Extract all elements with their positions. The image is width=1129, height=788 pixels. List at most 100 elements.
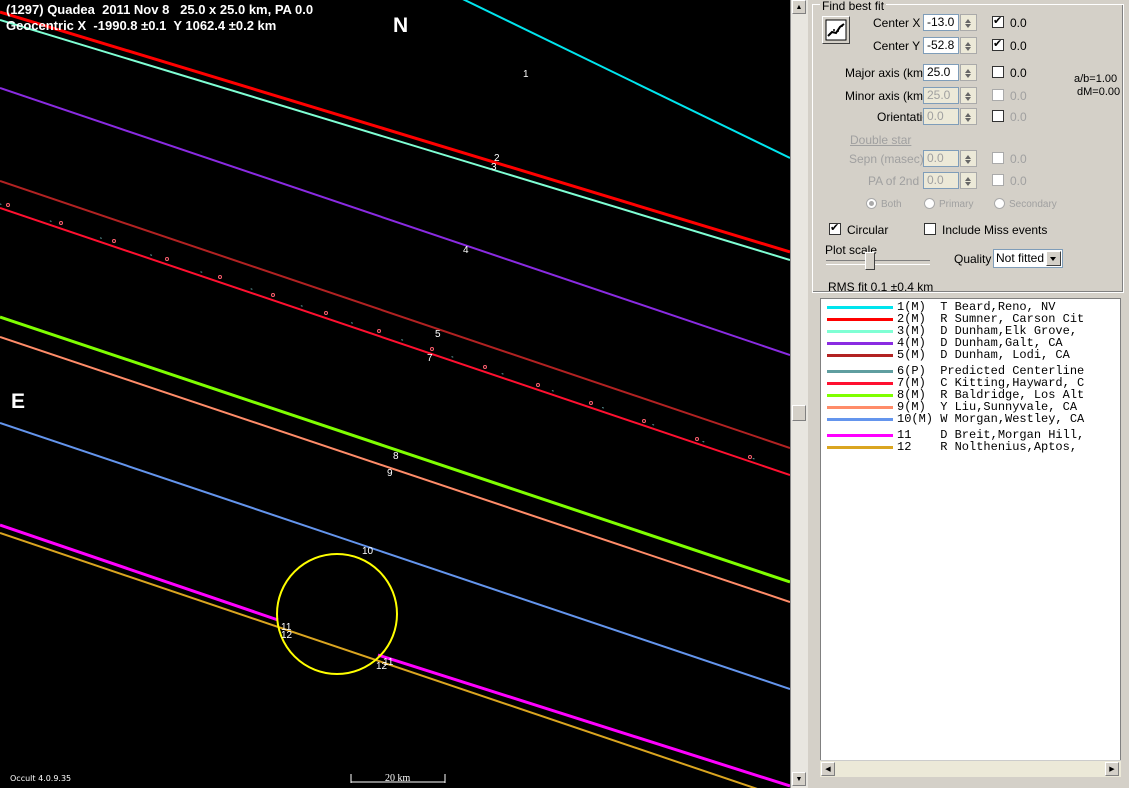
radio-both-label: Both	[881, 199, 902, 210]
minor-axis-checkbox[interactable]	[992, 89, 1004, 101]
legend-swatch	[827, 406, 893, 409]
chord-label: 10	[362, 546, 374, 557]
chord-line-11b	[377, 653, 790, 788]
circular-checkbox[interactable]	[829, 221, 841, 235]
fit-button[interactable]	[822, 16, 850, 44]
chord-label: 1	[523, 69, 529, 80]
center-x-field[interactable]: -13.0	[923, 14, 959, 31]
legend-swatch	[827, 330, 893, 333]
observer-legend-list[interactable]: 1(M) T Beard,Reno, NV 2(M) R Sumner, Car…	[820, 298, 1121, 776]
radio-secondary[interactable]	[994, 198, 1005, 209]
legend-row[interactable]: 12 R Nolthenius,Aptos,	[821, 441, 1120, 454]
pa-2nd-field[interactable]: 0.0	[923, 172, 959, 189]
chevron-down-icon[interactable]	[1046, 251, 1061, 266]
legend-swatch	[827, 306, 893, 309]
chord-line-9	[0, 336, 790, 603]
quality-value: Not fitted	[996, 251, 1045, 265]
chord-line-7	[0, 207, 790, 476]
major-axis-label: Major axis (km)	[845, 66, 928, 80]
minor-axis-spinner[interactable]	[960, 87, 977, 104]
chord-label: 3	[491, 162, 497, 173]
chord-line-10	[0, 422, 790, 690]
chord-label: 12	[281, 630, 293, 641]
chord-line-8	[0, 315, 790, 584]
occultation-plot[interactable]: 1 2 3 4 5 7 8 9 10 11 12 11 12 20 km (12…	[0, 0, 790, 788]
double-star-label: Double star	[850, 133, 912, 147]
minor-axis-label: Minor axis (km)	[845, 89, 928, 103]
separation-label: Sepn (masec)	[849, 152, 924, 166]
legend-swatch	[827, 446, 893, 449]
legend-swatch	[827, 382, 893, 385]
orientation-field[interactable]: 0.0	[923, 108, 959, 125]
quality-label: Quality	[954, 252, 992, 266]
pa-2nd-spinner[interactable]	[960, 172, 977, 189]
major-axis-spinner[interactable]	[960, 64, 977, 81]
legend-row[interactable]: 10(M) W Morgan,Westley, CA	[821, 413, 1120, 426]
center-y-field[interactable]: -52.8	[923, 37, 959, 54]
chord-label: 5	[435, 329, 441, 340]
ab-ratio: a/b=1.00	[1074, 73, 1118, 85]
rms-fit: RMS fit 0.1 ±0.4 km	[828, 280, 934, 294]
radio-primary[interactable]	[924, 198, 935, 209]
center-y-label: Center Y	[873, 39, 921, 53]
chord-line-11a	[0, 523, 279, 622]
include-miss-label: Include Miss events	[942, 223, 1048, 237]
legend-swatch	[827, 342, 893, 345]
minor-axis-field[interactable]: 25.0	[923, 87, 959, 104]
plot-scale-track	[826, 260, 930, 265]
center-y-checkbox[interactable]	[992, 37, 1004, 51]
chart-fit-icon	[825, 19, 847, 41]
scroll-thumb[interactable]	[792, 405, 806, 421]
delta-mag: dM=0.00	[1077, 86, 1121, 98]
separation-uncertainty: 0.0	[1010, 152, 1027, 166]
scale-bar-label: 20 km	[385, 773, 411, 784]
legend-swatch	[827, 370, 893, 373]
include-miss-checkbox[interactable]	[924, 223, 936, 235]
center-y-spinner[interactable]	[960, 37, 977, 54]
vertical-scrollbar[interactable]: ▲ ▼	[790, 0, 808, 788]
legend-row[interactable]: 5(M) D Dunham, Lodi, CA	[821, 349, 1120, 362]
plot-geocentric: Geocentric X -1990.8 ±0.1 Y 1062.4 ±0.2 …	[6, 18, 277, 33]
center-x-label: Center X	[873, 16, 921, 30]
major-axis-field[interactable]: 25.0	[923, 64, 959, 81]
prediction-markers	[6, 203, 752, 459]
orientation-checkbox[interactable]	[992, 110, 1004, 122]
group-title: Find best fit	[820, 0, 887, 13]
legend-horizontal-scrollbar[interactable]: ◀ ▶	[820, 760, 1121, 777]
scroll-up-button[interactable]: ▲	[792, 0, 806, 14]
plot-scale-slider[interactable]	[865, 252, 875, 270]
plot-title: (1297) Quadea 2011 Nov 8 25.0 x 25.0 km,…	[6, 2, 314, 17]
center-y-uncertainty: 0.0	[1010, 39, 1027, 53]
asteroid-profile-circle	[276, 553, 398, 675]
orientation-spinner[interactable]	[960, 108, 977, 125]
chord-label: 9	[387, 468, 393, 479]
scroll-down-button[interactable]: ▼	[792, 772, 806, 786]
center-x-uncertainty: 0.0	[1010, 16, 1027, 30]
chord-label: 7	[427, 353, 433, 364]
legend-swatch	[827, 318, 893, 321]
separation-field[interactable]: 0.0	[923, 150, 959, 167]
separation-spinner[interactable]	[960, 150, 977, 167]
chord-line-2	[0, 10, 790, 254]
chord-labels: 1 2 3 4 5 7 8 9 10 11 12 11 12	[281, 69, 529, 672]
scroll-left-button[interactable]: ◀	[821, 762, 835, 776]
east-label: E	[11, 390, 26, 413]
scroll-right-button[interactable]: ▶	[1105, 762, 1119, 776]
center-x-checkbox[interactable]	[992, 14, 1004, 28]
center-x-spinner[interactable]	[960, 14, 977, 31]
radio-both[interactable]	[866, 198, 877, 209]
legend-swatch	[827, 434, 893, 437]
major-axis-checkbox[interactable]	[992, 66, 1004, 78]
legend-swatch	[827, 354, 893, 357]
quality-select[interactable]: Not fitted	[993, 249, 1063, 268]
minor-axis-uncertainty: 0.0	[1010, 89, 1027, 103]
chord-label: 8	[393, 451, 399, 462]
circular-label: Circular	[847, 223, 889, 237]
chord-label: 4	[463, 245, 469, 256]
pa-2nd-checkbox[interactable]	[992, 174, 1004, 186]
chord-line-6-predicted	[0, 203, 790, 472]
version-label: Occult 4.0.9.35	[10, 774, 72, 783]
separation-checkbox[interactable]	[992, 152, 1004, 164]
major-axis-uncertainty: 0.0	[1010, 66, 1027, 80]
north-label: N	[393, 14, 409, 37]
